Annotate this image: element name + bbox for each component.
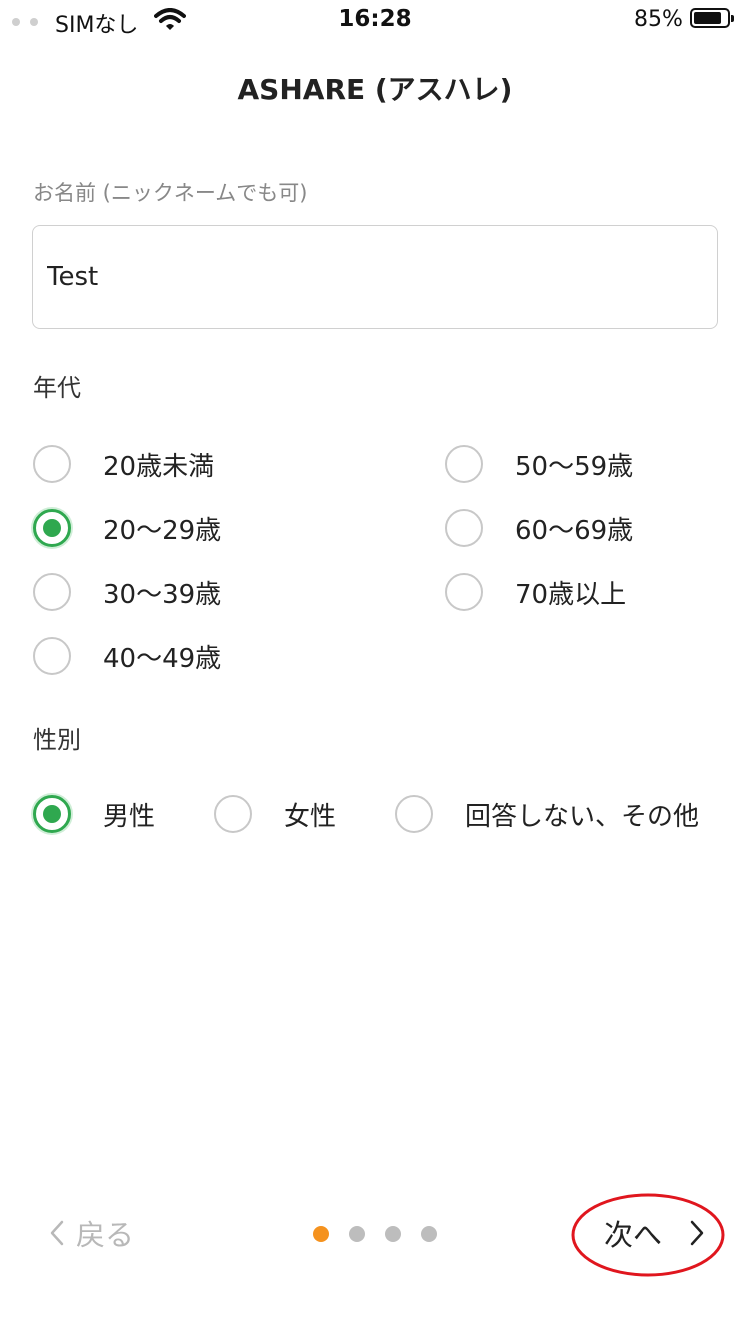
gender-option[interactable]: 回答しない、その他	[395, 795, 699, 833]
name-field-label: お名前 (ニックネームでも可)	[33, 181, 308, 205]
radio-icon	[445, 509, 483, 547]
gender-section-label: 性別	[33, 726, 81, 754]
radio-icon	[214, 795, 252, 833]
age-option[interactable]: 50〜59歳	[445, 445, 633, 483]
radio-icon	[445, 573, 483, 611]
page-title: ASHARE (アスハレ)	[237, 73, 513, 106]
battery-icon	[690, 8, 734, 28]
age-option[interactable]: 60〜69歳	[445, 509, 633, 547]
age-option-label: 20〜29歳	[103, 515, 222, 546]
gender-option-label: 回答しない、その他	[465, 801, 700, 832]
age-option[interactable]: 40〜49歳	[33, 637, 221, 675]
age-option[interactable]: 70歳以上	[445, 573, 626, 611]
status-bar: SIMなし 16:28 85%	[0, 0, 750, 40]
radio-icon	[33, 573, 71, 611]
gender-option-label: 女性	[284, 801, 337, 832]
age-option[interactable]: 20〜29歳	[33, 509, 221, 547]
page-dot	[349, 1226, 365, 1242]
gender-option[interactable]: 男性	[33, 795, 155, 833]
age-option-label: 40〜49歳	[103, 643, 222, 674]
radio-icon	[33, 445, 71, 483]
back-button-label: 戻る	[76, 1218, 135, 1252]
age-option-label: 70歳以上	[515, 579, 627, 610]
page-indicator	[313, 1226, 437, 1242]
page-dot	[421, 1226, 437, 1242]
radio-icon	[33, 795, 71, 833]
radio-icon	[395, 795, 433, 833]
age-option[interactable]: 20歳未満	[33, 445, 214, 483]
gender-option[interactable]: 女性	[214, 795, 336, 833]
radio-icon	[33, 509, 71, 547]
age-option[interactable]: 30〜39歳	[33, 573, 221, 611]
age-option-label: 20歳未満	[103, 451, 215, 482]
back-button[interactable]: 戻る	[50, 1212, 134, 1254]
page-dot	[313, 1226, 329, 1242]
age-option-label: 30〜39歳	[103, 579, 222, 610]
age-option-label: 60〜69歳	[515, 515, 634, 546]
radio-icon	[33, 637, 71, 675]
page-dot	[385, 1226, 401, 1242]
name-input[interactable]	[32, 225, 718, 329]
chevron-left-icon	[50, 1220, 64, 1246]
age-section-label: 年代	[33, 374, 81, 402]
age-option-label: 50〜59歳	[515, 451, 634, 482]
highlight-annotation-circle	[571, 1193, 725, 1277]
battery-percent: 85%	[634, 7, 683, 32]
gender-option-label: 男性	[103, 801, 156, 832]
radio-icon	[445, 445, 483, 483]
